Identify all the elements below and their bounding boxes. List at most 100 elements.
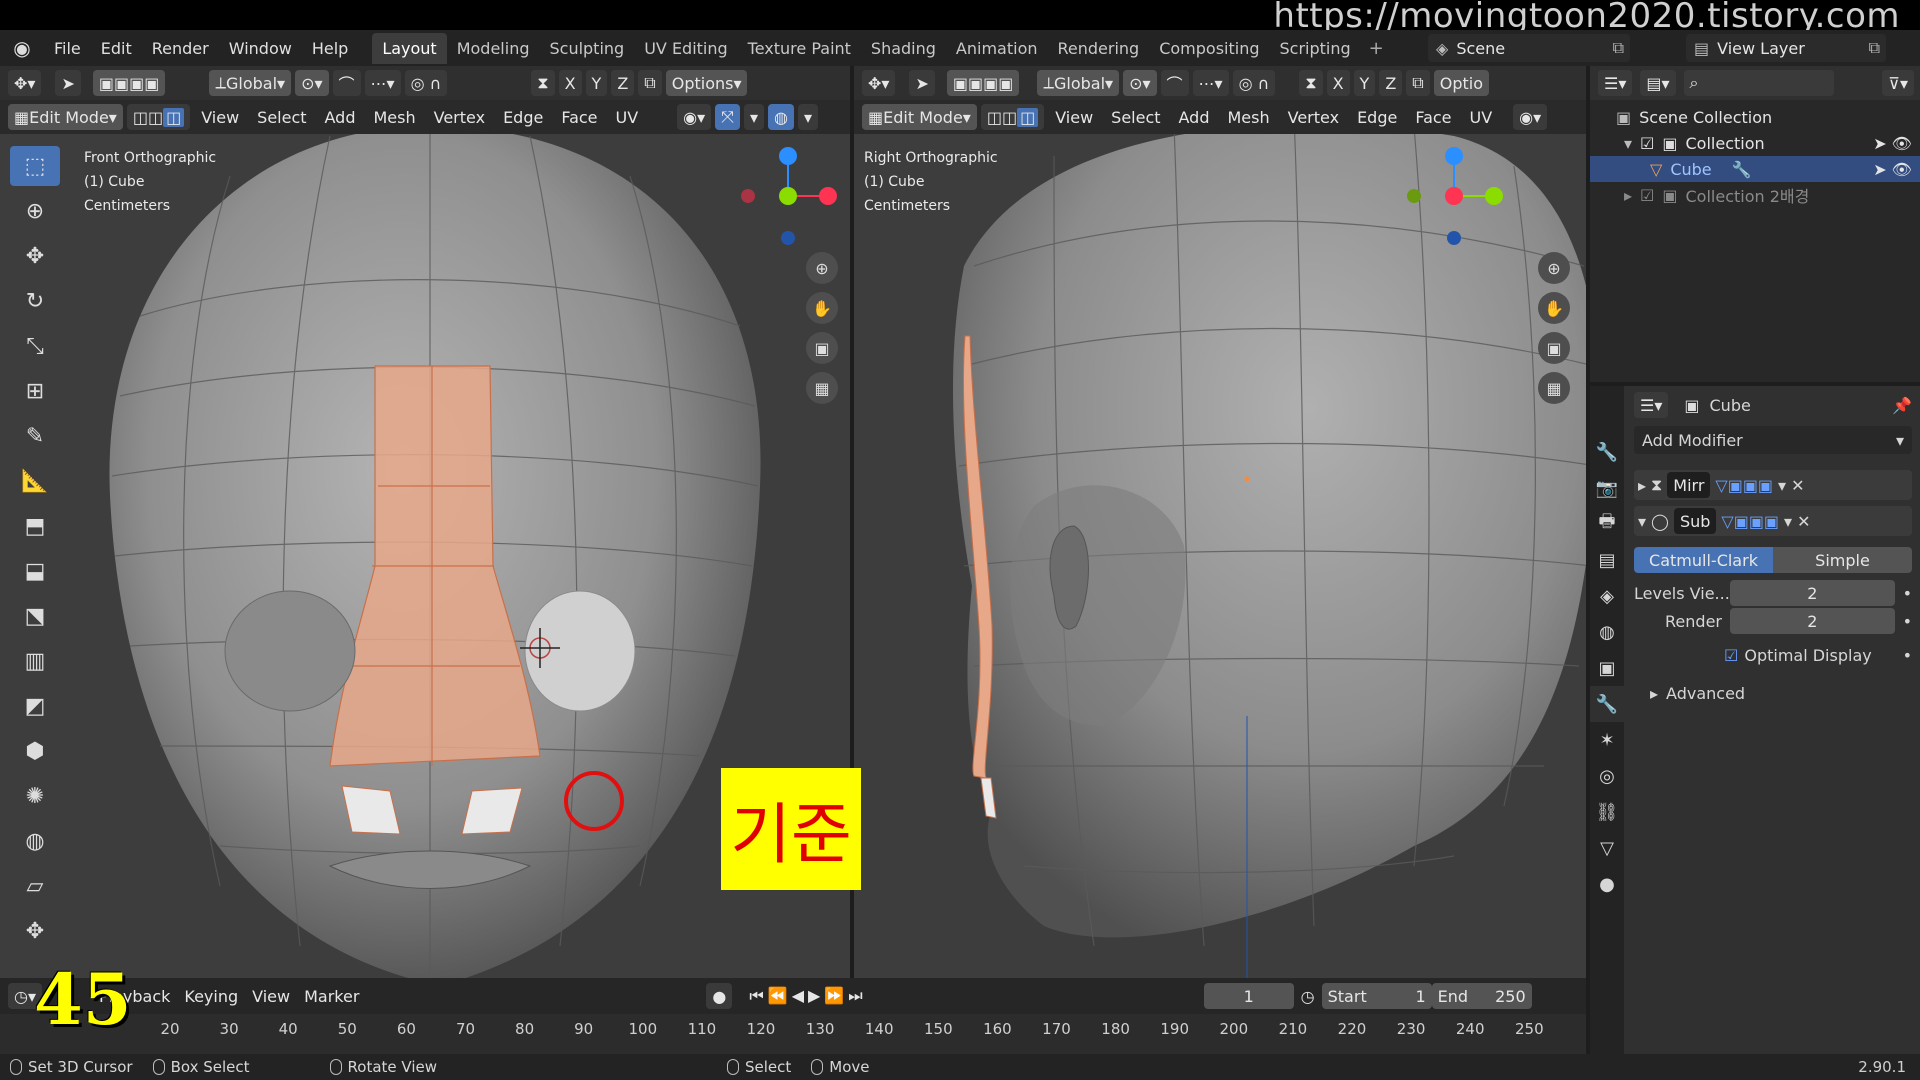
menu-vertex[interactable]: Vertex bbox=[1281, 108, 1346, 127]
tab-rendering[interactable]: Rendering bbox=[1048, 33, 1150, 64]
checkbox-icon[interactable]: ☑ bbox=[1640, 186, 1654, 205]
pivot-point-button[interactable]: ⊙▾ bbox=[295, 70, 329, 96]
rotate-tool-icon[interactable]: ↻ bbox=[10, 281, 60, 321]
tab-modeling[interactable]: Modeling bbox=[447, 33, 540, 64]
viewport-right[interactable]: ✥▾ ➤ ▣▣▣▣ ⟂ Global ▾ ⊙▾ ⌒ ⋯▾ ◎ ∩ ⧗ X Y Z… bbox=[854, 66, 1586, 978]
loop-cut-tool-icon[interactable]: ▥ bbox=[10, 641, 60, 681]
scale-tool-icon[interactable]: ⤡ bbox=[10, 326, 60, 366]
menu-edit[interactable]: Edit bbox=[91, 39, 142, 58]
advanced-panel[interactable]: ▸ Advanced bbox=[1634, 680, 1912, 706]
playback-controls-icon[interactable]: ⏮⏪◀▶⏩⏭ bbox=[742, 986, 873, 1006]
expand-arrow-icon[interactable]: ▾ bbox=[1638, 512, 1646, 531]
keying-menu[interactable]: Keying bbox=[177, 987, 245, 1006]
mirror-icon[interactable]: ⧗ bbox=[1299, 70, 1323, 96]
camera-icon[interactable]: ▣ bbox=[1538, 332, 1570, 364]
menu-mesh[interactable]: Mesh bbox=[1221, 108, 1277, 127]
menu-vertex[interactable]: Vertex bbox=[427, 108, 492, 127]
properties-editor-type-icon[interactable]: ☰▾ bbox=[1634, 392, 1669, 418]
checkbox-checked-icon[interactable]: ☑ bbox=[1724, 646, 1738, 665]
scene-tab-icon[interactable]: ◈ bbox=[1590, 578, 1624, 614]
knife-tool-icon[interactable]: ◩ bbox=[10, 686, 60, 726]
visibility-icon[interactable]: ◉▾ bbox=[1513, 104, 1548, 130]
expand-arrow-icon[interactable]: ▾ bbox=[1624, 134, 1632, 153]
outliner-row-collection[interactable]: ▾ ☑ ▣ Collection ➤ 👁 bbox=[1590, 130, 1920, 156]
new-view-layer-icon[interactable]: ⧉ bbox=[1869, 38, 1886, 58]
add-workspace-icon[interactable]: + bbox=[1361, 38, 1392, 59]
tab-shading[interactable]: Shading bbox=[861, 33, 946, 64]
marker-menu[interactable]: Marker bbox=[297, 987, 366, 1006]
pivot-point-button[interactable]: ⊙▾ bbox=[1123, 70, 1157, 96]
mode-select[interactable]: ▦ Edit Mode ▾ bbox=[862, 104, 977, 130]
data-tab-icon[interactable]: ▽ bbox=[1590, 830, 1624, 866]
output-tab-icon[interactable]: 🖶 bbox=[1590, 506, 1624, 542]
outliner-row-collection-2[interactable]: ▸ ☑ ▣ Collection 2배경 bbox=[1590, 182, 1920, 208]
select-mode-buttons[interactable]: ◫◫ ◫ bbox=[126, 104, 191, 130]
visibility-icon[interactable]: ◉▾ bbox=[677, 104, 712, 130]
tab-sculpting[interactable]: Sculpting bbox=[539, 33, 634, 64]
record-icon[interactable]: ● bbox=[706, 983, 733, 1009]
simple-button[interactable]: Simple bbox=[1773, 547, 1912, 573]
mirror-z-toggle[interactable]: Z bbox=[1379, 70, 1403, 96]
editor-type-button[interactable]: ✥▾ bbox=[8, 70, 42, 96]
new-scene-icon[interactable]: ⧉ bbox=[1613, 38, 1630, 58]
menu-edge[interactable]: Edge bbox=[1350, 108, 1404, 127]
select-mode-buttons[interactable]: ◫◫ ◫ bbox=[980, 104, 1045, 130]
rip-tool-icon[interactable]: ✥ bbox=[10, 911, 60, 951]
snap-toggle-icon[interactable]: ⌒ bbox=[332, 70, 361, 96]
pin-icon[interactable]: 📌 bbox=[1892, 396, 1912, 415]
physics-tab-icon[interactable]: ◎ bbox=[1590, 758, 1624, 794]
zoom-icon[interactable]: ⊕ bbox=[806, 252, 838, 284]
chevron-down-icon[interactable]: ▾ bbox=[1784, 512, 1792, 531]
modifier-tab-icon[interactable]: 🔧 bbox=[1590, 686, 1624, 722]
tab-uv-editing[interactable]: UV Editing bbox=[634, 33, 737, 64]
pan-hand-icon[interactable]: ✋ bbox=[806, 292, 838, 324]
inset-tool-icon[interactable]: ⬓ bbox=[10, 551, 60, 591]
keyframe-dot-icon[interactable]: • bbox=[1903, 584, 1912, 603]
close-icon[interactable]: ✕ bbox=[1797, 512, 1810, 531]
mirror-x-toggle[interactable]: X bbox=[1326, 70, 1350, 96]
menu-face[interactable]: Face bbox=[554, 108, 604, 127]
poly-build-tool-icon[interactable]: ⬢ bbox=[10, 731, 60, 771]
expand-arrow-icon[interactable]: ▸ bbox=[1624, 186, 1632, 205]
bevel-tool-icon[interactable]: ⬔ bbox=[10, 596, 60, 636]
outliner-search-input[interactable]: ⌕ bbox=[1683, 70, 1834, 96]
measure-tool-icon[interactable]: 📐 bbox=[10, 461, 60, 501]
gizmo-dropdown-icon[interactable]: ▾ bbox=[743, 104, 765, 130]
view-layer-tab-icon[interactable]: ▤ bbox=[1590, 542, 1624, 578]
tool-tab-icon[interactable]: 🔧 bbox=[1590, 434, 1624, 470]
selection-mode-buttons[interactable]: ▣▣▣▣ bbox=[92, 70, 166, 96]
display-mode-icon[interactable]: ▤▾ bbox=[1640, 70, 1676, 96]
grid-icon[interactable]: ▦ bbox=[806, 372, 838, 404]
snap-target-button[interactable]: ⋯▾ bbox=[1192, 70, 1229, 96]
transform-orientation-select[interactable]: ⟂ Global ▾ bbox=[209, 70, 292, 96]
outliner-row-cube[interactable]: ▽ Cube 🔧 ➤ 👁 bbox=[1590, 156, 1920, 182]
close-icon[interactable]: ✕ bbox=[1791, 476, 1804, 495]
chevron-down-icon[interactable]: ▾ bbox=[1778, 476, 1786, 495]
snap-toggle-icon[interactable]: ⌒ bbox=[1160, 70, 1189, 96]
proportional-edit-icon[interactable]: ◎ ∩ bbox=[404, 70, 448, 96]
levels-viewport-field[interactable]: 2 bbox=[1730, 580, 1895, 606]
checkbox-icon[interactable]: ☑ bbox=[1640, 134, 1654, 153]
end-frame-field[interactable]: End 250 bbox=[1431, 983, 1532, 1009]
menu-help[interactable]: Help bbox=[302, 39, 358, 58]
start-frame-field[interactable]: Start 1 bbox=[1321, 983, 1432, 1009]
selection-mode-buttons[interactable]: ▣▣▣▣ bbox=[946, 70, 1020, 96]
render-levels-field[interactable]: 2 bbox=[1730, 608, 1895, 634]
expand-arrow-icon[interactable]: ▸ bbox=[1650, 684, 1658, 703]
constraints-tab-icon[interactable]: ⛓ bbox=[1590, 794, 1624, 830]
select-cursor-icon[interactable]: ➤ 👁 bbox=[1873, 134, 1912, 153]
subsurf-name-field[interactable]: Sub bbox=[1673, 508, 1717, 534]
mirror-name-field[interactable]: Mirr bbox=[1667, 472, 1711, 498]
cursor-tool-icon[interactable]: ⊕ bbox=[10, 191, 60, 231]
transform-orientation-select[interactable]: ⟂ Global ▾ bbox=[1037, 70, 1120, 96]
expand-arrow-icon[interactable]: ▸ bbox=[1638, 476, 1646, 495]
outliner-scene-collection[interactable]: ▣ Scene Collection bbox=[1590, 104, 1920, 130]
shear-tool-icon[interactable]: ▱ bbox=[10, 866, 60, 906]
camera-icon[interactable]: ▣ bbox=[806, 332, 838, 364]
mirror-z-toggle[interactable]: Z bbox=[611, 70, 635, 96]
options-dropdown[interactable]: Optio bbox=[1433, 70, 1489, 96]
menu-face[interactable]: Face bbox=[1408, 108, 1458, 127]
current-frame-field[interactable]: 1 bbox=[1203, 983, 1294, 1009]
zoom-icon[interactable]: ⊕ bbox=[1538, 252, 1570, 284]
keyframe-dot-icon[interactable]: • bbox=[1903, 612, 1912, 631]
